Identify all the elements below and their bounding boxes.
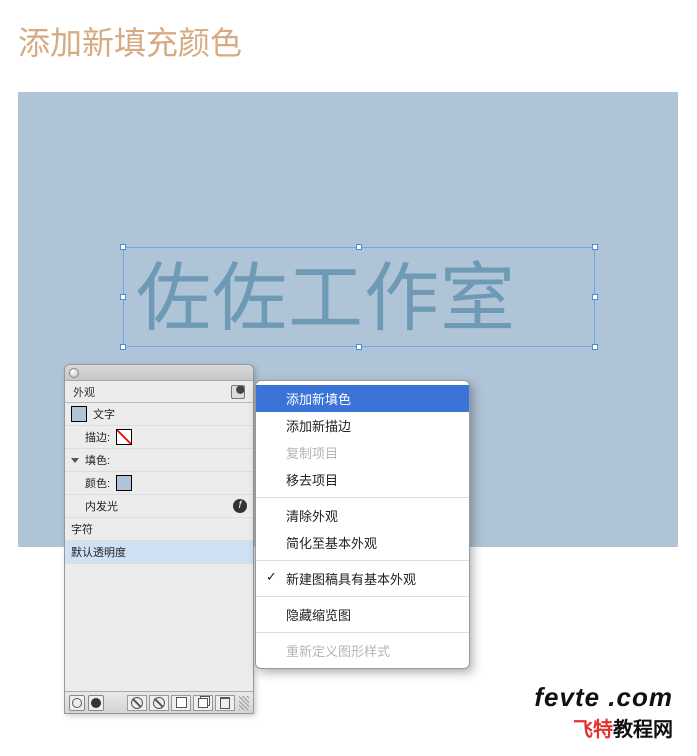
handle-br[interactable]	[592, 344, 598, 350]
panel-body: 文字 描边: 填色: 颜色: 内发光 f 字符 默认透明度	[65, 403, 253, 713]
menu-separator	[256, 632, 469, 633]
no-fill-button[interactable]	[149, 695, 169, 711]
fill-color-swatch-icon[interactable]	[116, 475, 132, 491]
fill-row[interactable]: 填色:	[65, 449, 253, 472]
handle-tr[interactable]	[592, 244, 598, 250]
stroke-label: 描边:	[85, 429, 110, 445]
opacity-row[interactable]: 默认透明度	[65, 541, 253, 564]
panel-footer	[65, 691, 253, 713]
fx-indicator-icon[interactable]: f	[233, 499, 247, 513]
new-item-button[interactable]	[171, 695, 191, 711]
menu-reduce-basic[interactable]: 简化至基本外观	[256, 529, 469, 556]
object-type-row[interactable]: 文字	[65, 403, 253, 426]
stroke-row[interactable]: 描边:	[65, 426, 253, 449]
menu-separator	[256, 596, 469, 597]
handle-bc[interactable]	[356, 344, 362, 350]
menu-clear-appearance[interactable]: 清除外观	[256, 502, 469, 529]
duplicate-button[interactable]	[193, 695, 213, 711]
handle-ml[interactable]	[120, 294, 126, 300]
watermark-brand: 飞特	[573, 719, 613, 741]
color-label: 颜色:	[85, 475, 110, 491]
stroke-swatch-icon[interactable]	[116, 429, 132, 445]
toggle-off-icon[interactable]	[69, 695, 85, 711]
flyout-menu: 添加新填色 添加新描边 复制项目 移去项目 清除外观 简化至基本外观 新建图稿具…	[255, 380, 470, 669]
close-dot-icon[interactable]	[69, 368, 79, 378]
object-swatch-icon	[71, 406, 87, 422]
chars-row[interactable]: 字符	[65, 518, 253, 541]
watermark-domain: fevte .com	[534, 682, 673, 713]
handle-mr[interactable]	[592, 294, 598, 300]
menu-separator	[256, 497, 469, 498]
text-content: 佐佐工作室	[124, 248, 594, 348]
resize-grip-icon[interactable]	[239, 696, 249, 710]
panel-tab-bar: 外观	[65, 381, 253, 403]
toggle-on-icon[interactable]	[88, 695, 104, 711]
text-object-selection[interactable]: 佐佐工作室	[123, 247, 595, 347]
menu-separator	[256, 560, 469, 561]
menu-redefine-style: 重新定义图形样式	[256, 637, 469, 664]
disclosure-triangle-icon[interactable]	[71, 458, 79, 463]
chars-label: 字符	[71, 521, 93, 537]
menu-duplicate-item: 复制项目	[256, 439, 469, 466]
menu-new-art-basic[interactable]: 新建图稿具有基本外观	[256, 565, 469, 592]
watermark: fevte .com 飞特教程网	[534, 682, 673, 742]
menu-add-fill[interactable]: 添加新填色	[256, 385, 469, 412]
menu-hide-thumbnail[interactable]: 隐藏缩览图	[256, 601, 469, 628]
inner-glow-label: 内发光	[85, 498, 118, 514]
delete-button[interactable]	[215, 695, 235, 711]
panel-tab-label[interactable]: 外观	[73, 384, 95, 400]
handle-bl[interactable]	[120, 344, 126, 350]
page-title: 添加新填充颜色	[0, 0, 697, 64]
panel-titlebar[interactable]	[65, 365, 253, 381]
menu-add-stroke[interactable]: 添加新描边	[256, 412, 469, 439]
handle-tc[interactable]	[356, 244, 362, 250]
menu-remove-item[interactable]: 移去项目	[256, 466, 469, 493]
appearance-panel: 外观 文字 描边: 填色: 颜色: 内发光 f 字符 默认透明度	[64, 364, 254, 714]
object-type-label: 文字	[93, 406, 115, 422]
flyout-menu-icon[interactable]	[231, 385, 245, 399]
clear-button[interactable]	[127, 695, 147, 711]
opacity-label: 默认透明度	[71, 544, 126, 560]
color-row[interactable]: 颜色:	[65, 472, 253, 495]
inner-glow-row[interactable]: 内发光 f	[65, 495, 253, 518]
fill-label: 填色:	[85, 452, 110, 468]
watermark-sub: 飞特教程网	[534, 713, 673, 742]
watermark-rest: 教程网	[613, 719, 673, 741]
handle-tl[interactable]	[120, 244, 126, 250]
